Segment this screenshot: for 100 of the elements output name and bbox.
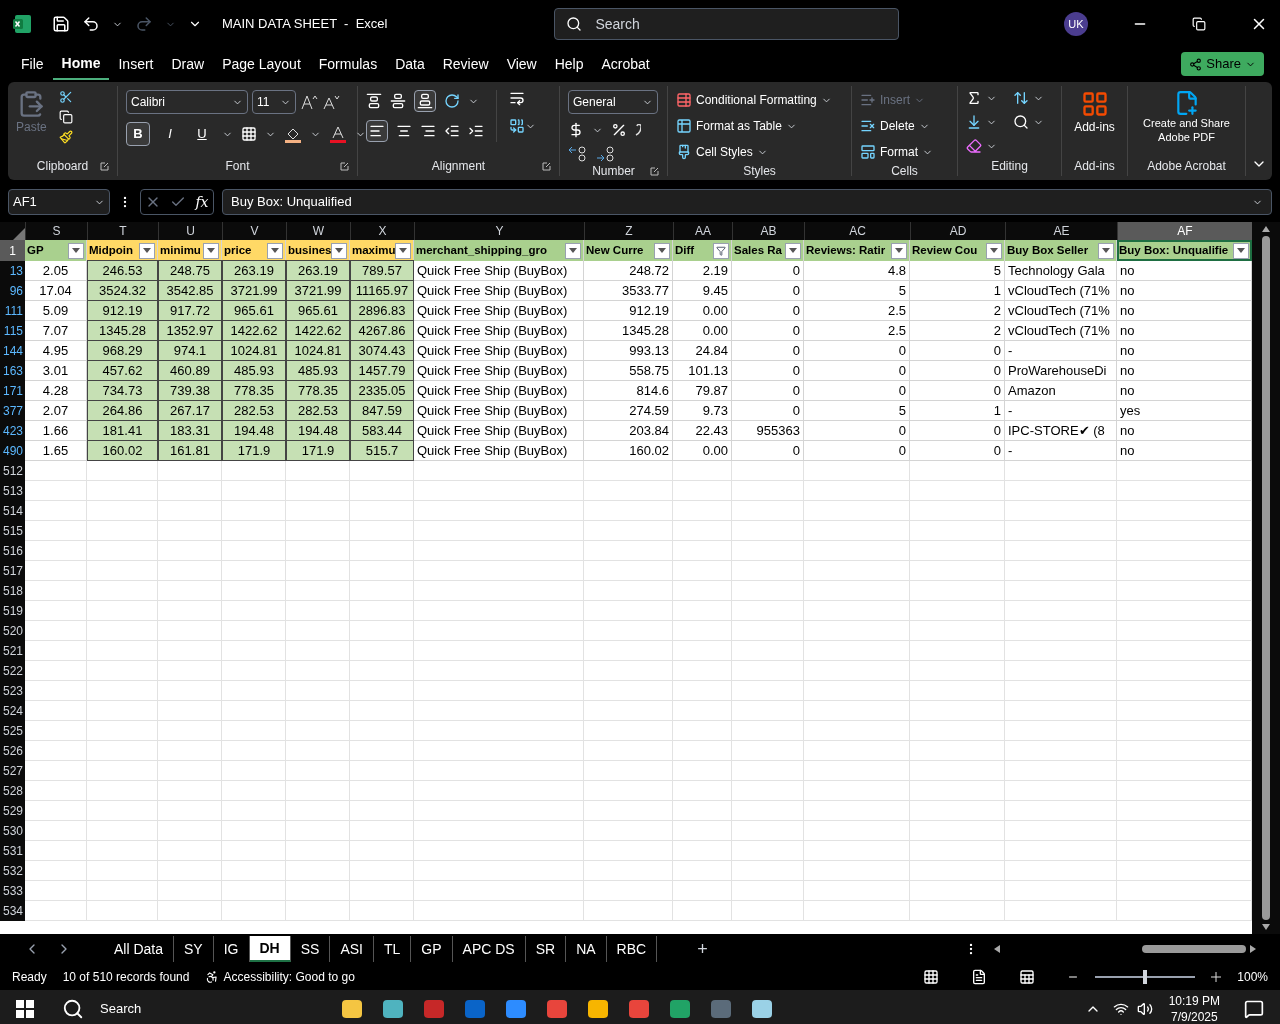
sheet-tab[interactable]: IG bbox=[213, 936, 250, 962]
row-header[interactable]: 522 bbox=[0, 661, 25, 681]
empty-cell[interactable] bbox=[910, 681, 1005, 701]
empty-cell[interactable] bbox=[87, 781, 158, 801]
row-header[interactable]: 526 bbox=[0, 741, 25, 761]
empty-cell[interactable] bbox=[804, 681, 910, 701]
empty-cell[interactable] bbox=[1005, 901, 1117, 921]
row-header[interactable]: 512 bbox=[0, 461, 25, 481]
mail-icon[interactable] bbox=[463, 997, 487, 1021]
empty-cell[interactable] bbox=[350, 801, 414, 821]
empty-cell[interactable] bbox=[158, 821, 222, 841]
empty-cell[interactable] bbox=[910, 741, 1005, 761]
empty-cell[interactable] bbox=[350, 841, 414, 861]
empty-cell[interactable] bbox=[414, 881, 584, 901]
row-header[interactable]: 533 bbox=[0, 881, 25, 901]
row-header[interactable]: 534 bbox=[0, 901, 25, 921]
empty-cell[interactable] bbox=[910, 641, 1005, 661]
empty-cell[interactable] bbox=[584, 881, 673, 901]
row-header[interactable]: 513 bbox=[0, 481, 25, 501]
empty-cell[interactable] bbox=[286, 621, 350, 641]
empty-cell[interactable] bbox=[584, 661, 673, 681]
empty-cell[interactable] bbox=[414, 761, 584, 781]
orientation-icon[interactable] bbox=[444, 93, 460, 109]
empty-cell[interactable] bbox=[1005, 761, 1117, 781]
empty-cell[interactable] bbox=[414, 561, 584, 581]
empty-cell[interactable] bbox=[584, 761, 673, 781]
empty-cell[interactable] bbox=[910, 661, 1005, 681]
align-left-button[interactable] bbox=[366, 120, 388, 142]
empty-cell[interactable] bbox=[222, 541, 286, 561]
empty-cell[interactable] bbox=[804, 721, 910, 741]
adobe-pdf-button[interactable]: Create and Share Adobe PDF bbox=[1136, 90, 1237, 144]
menu-tab[interactable]: Review bbox=[433, 48, 498, 80]
empty-cell[interactable] bbox=[1005, 741, 1117, 761]
cut-icon[interactable] bbox=[58, 90, 73, 104]
percent-icon[interactable] bbox=[611, 122, 627, 138]
empty-cell[interactable] bbox=[222, 681, 286, 701]
browser-icon[interactable] bbox=[627, 997, 651, 1021]
empty-cell[interactable] bbox=[414, 481, 584, 501]
empty-cell[interactable] bbox=[673, 881, 732, 901]
empty-cell[interactable] bbox=[804, 541, 910, 561]
filter-dropdown-button[interactable] bbox=[267, 242, 283, 259]
row-header[interactable]: 377 bbox=[0, 401, 25, 421]
empty-cell[interactable] bbox=[804, 501, 910, 521]
empty-cell[interactable] bbox=[414, 621, 584, 641]
font-style-button[interactable]: U bbox=[190, 122, 214, 146]
empty-cell[interactable] bbox=[804, 901, 910, 921]
autosum-icon[interactable] bbox=[966, 90, 982, 106]
eraser-icon[interactable] bbox=[966, 138, 982, 154]
empty-cell[interactable] bbox=[732, 821, 804, 841]
sheet-tab[interactable]: SS bbox=[290, 936, 331, 962]
zoom-level[interactable]: 100% bbox=[1237, 968, 1268, 986]
menu-tab[interactable]: File bbox=[12, 48, 53, 80]
volume-icon[interactable] bbox=[1136, 1001, 1153, 1017]
search-field[interactable]: Search bbox=[554, 8, 900, 40]
empty-cell[interactable] bbox=[910, 561, 1005, 581]
empty-cell[interactable] bbox=[804, 701, 910, 721]
empty-cell[interactable] bbox=[673, 621, 732, 641]
number-format-dropdown[interactable]: General bbox=[568, 90, 658, 114]
empty-cell[interactable] bbox=[158, 521, 222, 541]
empty-cell[interactable] bbox=[910, 481, 1005, 501]
empty-cell[interactable] bbox=[158, 701, 222, 721]
empty-cell[interactable] bbox=[414, 681, 584, 701]
empty-cell[interactable] bbox=[87, 861, 158, 881]
empty-cell[interactable] bbox=[804, 881, 910, 901]
empty-cell[interactable] bbox=[804, 661, 910, 681]
sheet-tab[interactable]: APC DS bbox=[452, 936, 526, 962]
user-avatar[interactable]: UK bbox=[1064, 12, 1088, 36]
empty-cell[interactable] bbox=[1005, 861, 1117, 881]
clock-date[interactable]: 7/9/2025 bbox=[1170, 1009, 1218, 1024]
empty-cell[interactable] bbox=[350, 681, 414, 701]
increase-font-icon[interactable] bbox=[300, 94, 318, 110]
empty-cell[interactable] bbox=[910, 901, 1005, 921]
network-icon[interactable] bbox=[1112, 1001, 1129, 1017]
empty-cell[interactable] bbox=[286, 761, 350, 781]
filter-dropdown-button[interactable] bbox=[891, 242, 907, 259]
empty-cell[interactable] bbox=[584, 861, 673, 881]
empty-cell[interactable] bbox=[804, 581, 910, 601]
empty-cell[interactable] bbox=[584, 801, 673, 821]
empty-cell[interactable] bbox=[350, 821, 414, 841]
empty-cell[interactable] bbox=[584, 521, 673, 541]
windows-start-icon[interactable] bbox=[16, 1000, 34, 1018]
empty-cell[interactable] bbox=[87, 501, 158, 521]
empty-cell[interactable] bbox=[732, 721, 804, 741]
empty-cell[interactable] bbox=[732, 881, 804, 901]
empty-cell[interactable] bbox=[673, 801, 732, 821]
empty-cell[interactable] bbox=[158, 581, 222, 601]
empty-cell[interactable] bbox=[350, 541, 414, 561]
empty-cell[interactable] bbox=[350, 901, 414, 921]
comma-icon[interactable] bbox=[635, 124, 641, 136]
empty-cell[interactable] bbox=[222, 781, 286, 801]
empty-cell[interactable] bbox=[584, 821, 673, 841]
empty-cell[interactable] bbox=[286, 861, 350, 881]
menu-tab[interactable]: Page Layout bbox=[213, 48, 310, 80]
increase-decimal-icon[interactable] bbox=[568, 146, 588, 162]
empty-cell[interactable] bbox=[732, 801, 804, 821]
empty-cell[interactable] bbox=[158, 601, 222, 621]
empty-cell[interactable] bbox=[1005, 701, 1117, 721]
empty-cell[interactable] bbox=[414, 841, 584, 861]
formula-input[interactable]: Buy Box: Unqualified bbox=[222, 189, 1272, 215]
empty-cell[interactable] bbox=[87, 641, 158, 661]
